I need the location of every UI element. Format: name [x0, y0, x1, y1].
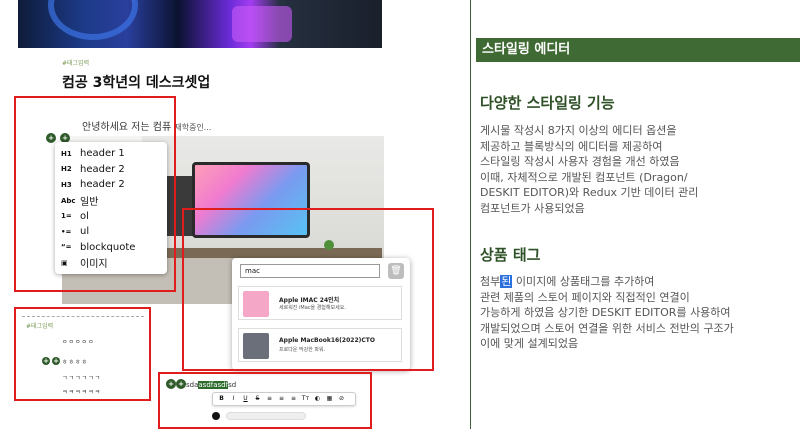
- description-line: 게시물 작성시 8가지 이상의 에디터 옵션을: [480, 124, 677, 137]
- highlight-inline-toolbar: [158, 372, 372, 429]
- post-title: 컴공 3학년의 데스크셋업: [62, 75, 211, 91]
- hero-ring-shape: [48, 0, 138, 40]
- description-line: 스타일링 작성시 사용자 경험을 개선 하였음: [480, 155, 680, 169]
- hero-glow-shape: [232, 6, 292, 42]
- description-text: 이미지에 상품태그를 추가하여: [512, 275, 655, 288]
- description-line: 컴포넌트가 사용되었음: [480, 201, 585, 215]
- highlight-mini-preview: [14, 307, 151, 401]
- description-text: 첨부: [480, 275, 501, 288]
- editor-mockup: #태그입력 컴공 3학년의 데스크셋업 안녕하세요 저는 컴퓨 재학중인... …: [0, 0, 470, 429]
- description-line: 관련 제품의 스토어 페이지와 직접적인 연결이: [480, 290, 690, 304]
- description-line: 이때, 자체적으로 개발된 컴포넌트 (Dragon/: [480, 170, 688, 184]
- description-line: 개발되었으며 스토어 연결을 위한 서비스 전반의 구조가: [480, 321, 734, 335]
- description-line: 제공하고 블록방식의 에디터를 제공하여: [480, 139, 663, 153]
- description-line: DESKIT EDITOR)와 Redux 기반 데이터 관리: [480, 186, 699, 200]
- feature-heading-product-tag: 상품 태그: [480, 246, 541, 264]
- section-header: 스타일링 에디터: [476, 38, 800, 62]
- tag-input-label[interactable]: #태그입력: [62, 58, 89, 67]
- feature-description-styling: 게시물 작성시 8가지 이상의 에디터 옵션을 제공하고 블록방식의 에디터를 …: [480, 123, 796, 217]
- text-cursor-highlight: 된: [500, 275, 513, 288]
- highlight-block-menu: [14, 96, 176, 292]
- highlight-product-tag: [182, 208, 434, 371]
- feature-description-product-tag: 첨부된 이미지에 상품태그를 추가하여 관련 제품의 스토어 페이지와 직접적인…: [480, 274, 796, 352]
- description-line: 이에 맞게 설계되었음: [480, 337, 579, 351]
- intro-faded-text: 재학중인...: [174, 123, 212, 132]
- description-line: 첨부된 이미지에 상품태그를 추가하여: [480, 274, 796, 290]
- panel-divider: [470, 0, 471, 429]
- feature-heading-styling: 다양한 스타일링 기능: [480, 94, 615, 112]
- description-line: 가능하게 하였음 상기한 DESKIT EDITOR를 사용하여: [480, 306, 731, 320]
- hero-image: [18, 0, 382, 48]
